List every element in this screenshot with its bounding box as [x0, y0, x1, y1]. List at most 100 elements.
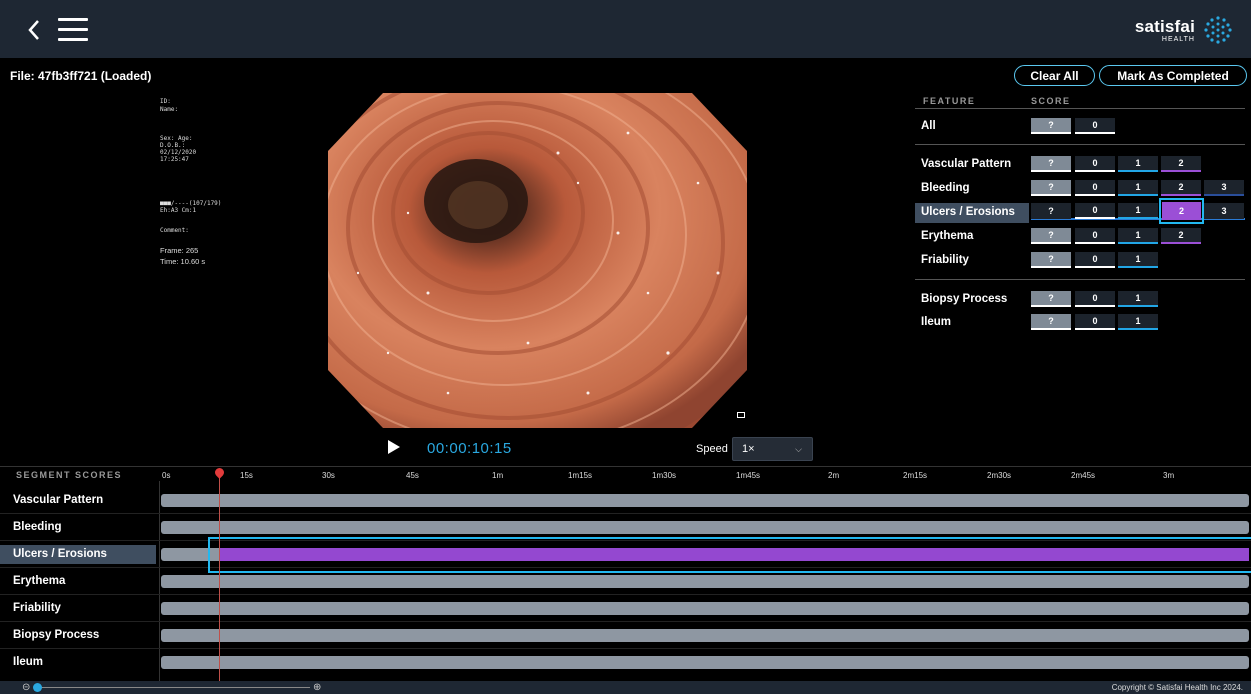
segment-label-bleeding: Bleeding: [13, 521, 62, 533]
patient-sex-age: Sex: Age:: [160, 135, 193, 142]
score-biopsy-1[interactable]: 1: [1118, 291, 1158, 307]
tick-label: 2m45s: [1071, 471, 1096, 480]
label-column-divider: [159, 481, 160, 681]
zoom-slider-track[interactable]: [36, 687, 310, 688]
feature-name: Ileum: [921, 316, 952, 328]
row-separator: [0, 594, 1251, 595]
feature-row-ulcers-erosions[interactable]: Ulcers / Erosions: [915, 203, 1029, 223]
score-erythema-0[interactable]: 0: [1075, 228, 1115, 244]
tick-label: 0s: [162, 471, 171, 480]
segment-bar-ulcers-score-2[interactable]: [219, 548, 1249, 561]
score-ulcers-1[interactable]: 1: [1118, 203, 1158, 219]
score-bleeding-2[interactable]: 2: [1161, 180, 1201, 196]
score-ileum-0[interactable]: 0: [1075, 314, 1115, 330]
segment-label-ulcers-erosions[interactable]: Ulcers / Erosions: [0, 545, 156, 564]
row-separator: [0, 621, 1251, 622]
score-erythema-1[interactable]: 1: [1118, 228, 1158, 244]
hamburger-menu-icon[interactable]: [58, 18, 88, 42]
play-icon[interactable]: [388, 440, 400, 454]
zoom-out-icon[interactable]: ⊝: [22, 682, 30, 693]
score-ulcers-unknown[interactable]: ?: [1031, 203, 1071, 219]
score-friability-1[interactable]: 1: [1118, 252, 1158, 268]
score-bleeding-1[interactable]: 1: [1118, 180, 1158, 196]
score-ulcers-3[interactable]: 3: [1204, 203, 1244, 219]
speed-select[interactable]: 1× ⌵: [732, 437, 813, 461]
score-vascular-unknown[interactable]: ?: [1031, 156, 1071, 172]
comment-label: Comment:: [160, 227, 189, 234]
segment-bar-vascular-pattern[interactable]: [161, 494, 1249, 507]
segment-scores-panel: SEGMENT SCORES 0s 15s 30s 45s 1m 1m15s 1…: [0, 466, 1251, 681]
score-all-0[interactable]: 0: [1075, 118, 1115, 134]
file-label: File: 47fb3ff721 (Loaded): [10, 69, 152, 83]
segment-label-ileum: Ileum: [13, 656, 44, 668]
score-ulcers-2-selected[interactable]: 2: [1162, 202, 1201, 220]
chevron-down-icon: ⌵: [795, 444, 802, 454]
top-bar: satisfai HEALTH: [0, 0, 1251, 58]
frame-time: Time: 10.60 s: [160, 257, 206, 266]
score-friability-0[interactable]: 0: [1075, 252, 1115, 268]
feature-header: FEATURE: [923, 96, 976, 106]
row-separator: [0, 567, 1251, 568]
score-all-unknown[interactable]: ?: [1031, 118, 1071, 134]
score-vascular-0[interactable]: 0: [1075, 156, 1115, 172]
feature-name: All: [921, 120, 936, 132]
mark-completed-button[interactable]: Mark As Completed: [1099, 65, 1247, 86]
segment-scores-title: SEGMENT SCORES: [16, 470, 123, 480]
tick-label: 1m30s: [652, 471, 677, 480]
satisfai-logo: satisfai HEALTH: [1135, 14, 1233, 46]
score-ileum-1[interactable]: 1: [1118, 314, 1158, 330]
segment-label-vascular-pattern: Vascular Pattern: [13, 494, 104, 506]
score-biopsy-0[interactable]: 0: [1075, 291, 1115, 307]
segment-bar-bleeding[interactable]: [161, 521, 1249, 534]
score-ulcers-0[interactable]: 0: [1075, 203, 1115, 219]
segment-bar-ileum[interactable]: [161, 656, 1249, 669]
patient-id: ID:: [160, 98, 171, 105]
score-erythema-2[interactable]: 2: [1161, 228, 1201, 244]
score-erythema-unknown[interactable]: ?: [1031, 228, 1071, 244]
tick-label: 30s: [322, 471, 335, 480]
back-icon[interactable]: [22, 16, 46, 44]
row-separator: [0, 648, 1251, 649]
score-ileum-unknown[interactable]: ?: [1031, 314, 1071, 330]
header-divider: [915, 108, 1245, 109]
score-friability-unknown[interactable]: ?: [1031, 252, 1071, 268]
score-bleeding-0[interactable]: 0: [1075, 180, 1115, 196]
segment-bar-erythema[interactable]: [161, 575, 1249, 588]
segment-bar-ulcers-unscored[interactable]: [161, 548, 219, 561]
eh-info: Eh:A3 Cm:1: [160, 207, 197, 214]
tick-label: 3m: [1163, 471, 1175, 480]
logo-main-text: satisfai: [1134, 16, 1195, 36]
footer: ⊝ ⊕ Copyright © Satisfai Health Inc 2024…: [0, 681, 1251, 694]
tick-label: 1m15s: [568, 471, 593, 480]
speed-label: Speed: [696, 443, 728, 455]
row-separator: [0, 540, 1251, 541]
score-biopsy-unknown[interactable]: ?: [1031, 291, 1071, 307]
feature-name: Ulcers / Erosions: [921, 206, 1015, 218]
timecode-display: 00:00:10:15: [427, 440, 512, 457]
feature-name: Erythema: [921, 230, 974, 242]
zoom-in-icon[interactable]: ⊕: [313, 682, 321, 693]
tick-label: 2m: [828, 471, 840, 480]
row-separator: [0, 513, 1251, 514]
endoscopy-video-frame[interactable]: [328, 93, 747, 428]
tick-label: 2m30s: [987, 471, 1012, 480]
score-bleeding-3[interactable]: 3: [1204, 180, 1244, 196]
zoom-slider-handle[interactable]: [33, 683, 42, 692]
logo-sub-text: HEALTH: [1161, 35, 1195, 43]
feature-name: Bleeding: [921, 182, 970, 194]
score-bleeding-unknown[interactable]: ?: [1031, 180, 1071, 196]
segment-label-friability: Friability: [13, 602, 61, 614]
clear-all-button[interactable]: Clear All: [1014, 65, 1095, 86]
score-vascular-2[interactable]: 2: [1161, 156, 1201, 172]
patient-dob: D.O.B.:: [160, 142, 186, 149]
section-divider: [915, 279, 1245, 280]
segment-bar-biopsy-process[interactable]: [161, 629, 1249, 642]
patient-name: Name:: [160, 106, 179, 113]
score-vascular-1[interactable]: 1: [1118, 156, 1158, 172]
fullscreen-icon[interactable]: [737, 412, 745, 418]
segment-bar-friability[interactable]: [161, 602, 1249, 615]
frame-number: Frame: 265: [160, 246, 199, 255]
copyright-text: Copyright © Satisfai Health Inc 2024.: [1111, 683, 1243, 692]
tick-label: 1m45s: [736, 471, 761, 480]
feature-name: Friability: [921, 254, 969, 266]
